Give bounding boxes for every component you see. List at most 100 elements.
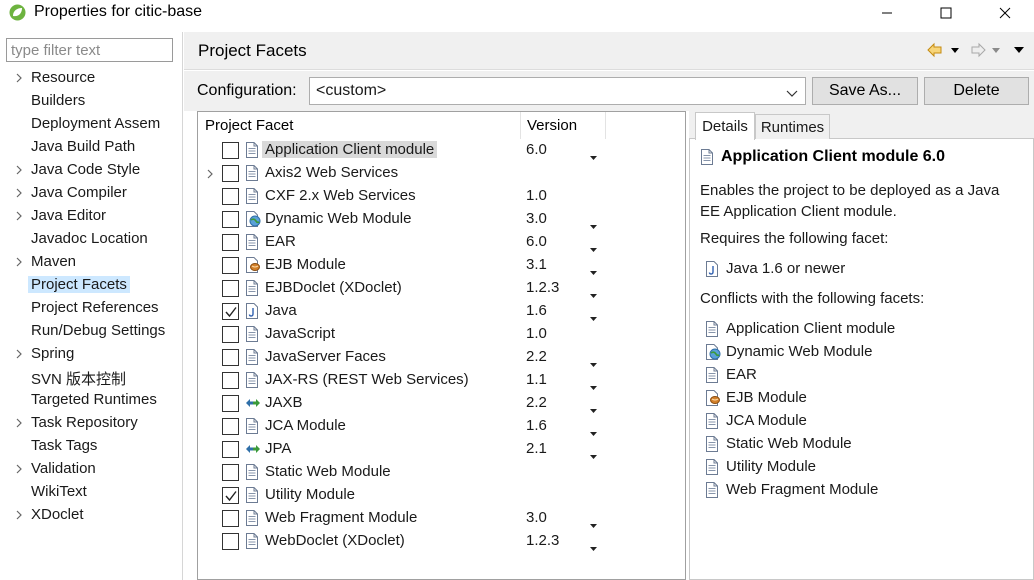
facet-version[interactable]: 1.1 (526, 371, 547, 388)
sidebar-item-builders[interactable]: Builders (0, 90, 183, 113)
facet-version[interactable]: 2.2 (526, 394, 547, 411)
table-row[interactable]: Utility Module (198, 484, 685, 507)
chevron-right-icon[interactable] (15, 508, 25, 520)
view-menu-icon[interactable] (1014, 47, 1024, 53)
table-row[interactable]: JPA 2.1 (198, 438, 685, 461)
delete-button[interactable]: Delete (924, 77, 1029, 105)
table-row[interactable]: Web Fragment Module 3.0 (198, 507, 685, 530)
facet-version[interactable]: 1.2.3 (526, 279, 559, 296)
facet-version[interactable]: 1.2.3 (526, 532, 559, 549)
table-row[interactable]: Axis2 Web Services (198, 162, 685, 185)
table-row[interactable]: EAR 6.0 (198, 231, 685, 254)
table-row[interactable]: WebDoclet (XDoclet) 1.2.3 (198, 530, 685, 553)
configuration-select[interactable]: <custom> (309, 77, 806, 105)
facet-checkbox[interactable] (222, 257, 239, 274)
facet-version[interactable]: 1.6 (526, 417, 547, 434)
table-row[interactable]: JAXB 2.2 (198, 392, 685, 415)
doc-icon (700, 149, 714, 169)
sidebar-item-javadoc-location[interactable]: Javadoc Location (0, 228, 183, 251)
sidebar-item-java-build-path[interactable]: Java Build Path (0, 136, 183, 159)
facet-version[interactable]: 3.0 (526, 509, 547, 526)
chevron-right-icon[interactable] (15, 255, 25, 267)
sidebar-item-project-facets[interactable]: Project Facets (0, 274, 183, 297)
facet-version[interactable]: 2.2 (526, 348, 547, 365)
column-header-version[interactable]: Version (527, 117, 577, 134)
table-row[interactable]: EJB Module 3.1 (198, 254, 685, 277)
facet-version[interactable]: 1.6 (526, 302, 547, 319)
sidebar-item-task-repository[interactable]: Task Repository (0, 412, 183, 435)
chevron-right-icon[interactable] (15, 416, 25, 428)
column-header-facet[interactable]: Project Facet (205, 117, 293, 134)
table-row[interactable]: Application Client module 6.0 (198, 139, 685, 162)
facet-checkbox[interactable] (222, 211, 239, 228)
chevron-right-icon[interactable] (15, 462, 25, 474)
facet-version[interactable]: 3.1 (526, 256, 547, 273)
table-row[interactable]: JavaServer Faces 2.2 (198, 346, 685, 369)
facet-version[interactable]: 6.0 (526, 141, 547, 158)
facet-version[interactable]: 6.0 (526, 233, 547, 250)
sidebar-item-task-tags[interactable]: Task Tags (0, 435, 183, 458)
back-menu-icon[interactable] (951, 48, 959, 53)
sidebar-item-label: Run/Debug Settings (31, 322, 166, 339)
sidebar-item-xdoclet[interactable]: XDoclet (0, 504, 183, 527)
sidebar-item-maven[interactable]: Maven (0, 251, 183, 274)
facet-checkbox[interactable] (222, 372, 239, 389)
facet-checkbox[interactable] (222, 418, 239, 435)
save-as-button[interactable]: Save As... (812, 77, 918, 105)
facet-checkbox[interactable] (222, 326, 239, 343)
facet-checkbox[interactable] (222, 165, 239, 182)
facet-checkbox[interactable] (222, 303, 239, 320)
facet-checkbox[interactable] (222, 464, 239, 481)
forward-arrow-icon[interactable] (971, 42, 986, 58)
chevron-right-icon[interactable] (15, 186, 25, 198)
maximize-button[interactable] (917, 0, 975, 26)
sidebar-item-validation[interactable]: Validation (0, 458, 183, 481)
table-row[interactable]: JAX-RS (REST Web Services) 1.1 (198, 369, 685, 392)
facet-checkbox[interactable] (222, 533, 239, 550)
doc-icon (245, 510, 261, 526)
back-arrow-icon[interactable] (927, 42, 942, 58)
chevron-right-icon[interactable] (15, 347, 25, 359)
sidebar-item-deployment-assem[interactable]: Deployment Assem (0, 113, 183, 136)
facet-checkbox[interactable] (222, 188, 239, 205)
chevron-down-icon[interactable] (786, 85, 798, 102)
chevron-right-icon[interactable] (206, 167, 214, 184)
facet-checkbox[interactable] (222, 510, 239, 527)
sidebar-item-spring[interactable]: Spring (0, 343, 183, 366)
sidebar-item-project-references[interactable]: Project References (0, 297, 183, 320)
tab-runtimes[interactable]: Runtimes (755, 114, 830, 139)
facet-checkbox[interactable] (222, 395, 239, 412)
facet-checkbox[interactable] (222, 280, 239, 297)
sidebar-item-java-code-style[interactable]: Java Code Style (0, 159, 183, 182)
sidebar-item-run-debug-settings[interactable]: Run/Debug Settings (0, 320, 183, 343)
table-row[interactable]: Java 1.6 (198, 300, 685, 323)
facet-checkbox[interactable] (222, 349, 239, 366)
forward-menu-icon[interactable] (992, 48, 1000, 53)
tab-details[interactable]: Details (695, 112, 755, 140)
close-button[interactable] (976, 0, 1034, 26)
facet-checkbox[interactable] (222, 234, 239, 251)
table-row[interactable]: Static Web Module (198, 461, 685, 484)
chevron-right-icon[interactable] (15, 163, 25, 175)
table-row[interactable]: JavaScript 1.0 (198, 323, 685, 346)
table-row[interactable]: CXF 2.x Web Services 1.0 (198, 185, 685, 208)
sidebar-item-java-editor[interactable]: Java Editor (0, 205, 183, 228)
sidebar-item-java-compiler[interactable]: Java Compiler (0, 182, 183, 205)
filter-input[interactable] (6, 38, 173, 62)
version-dropdown-icon[interactable] (590, 539, 597, 556)
sidebar-item-resource[interactable]: Resource (0, 67, 183, 90)
sidebar-item-wikitext[interactable]: WikiText (0, 481, 183, 504)
table-row[interactable]: EJBDoclet (XDoclet) 1.2.3 (198, 277, 685, 300)
chevron-right-icon[interactable] (15, 209, 25, 221)
table-row[interactable]: JCA Module 1.6 (198, 415, 685, 438)
facet-checkbox[interactable] (222, 142, 239, 159)
facet-version[interactable]: 2.1 (526, 440, 547, 457)
chevron-right-icon[interactable] (15, 71, 25, 83)
table-row[interactable]: Dynamic Web Module 3.0 (198, 208, 685, 231)
sidebar-item-svn[interactable]: SVN 版本控制 (0, 366, 183, 389)
sidebar-item-targeted-runtimes[interactable]: Targeted Runtimes (0, 389, 183, 412)
facet-version[interactable]: 3.0 (526, 210, 547, 227)
facet-checkbox[interactable] (222, 487, 239, 504)
facet-checkbox[interactable] (222, 441, 239, 458)
minimize-button[interactable] (858, 0, 916, 26)
